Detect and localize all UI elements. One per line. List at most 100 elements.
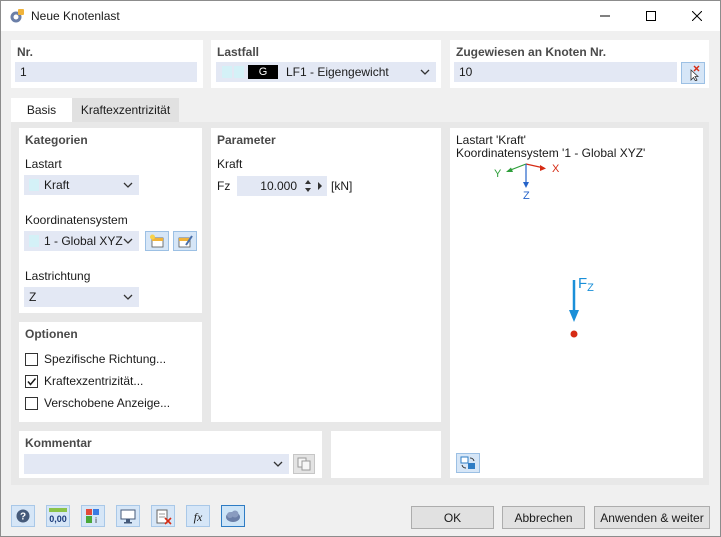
tab-kraftexzentrizitaet-label: Kraftexzentrizität	[80, 103, 171, 117]
fz-input[interactable]: 10.000	[237, 176, 327, 196]
kategorien-title: Kategorien	[25, 133, 88, 147]
empty-panel	[331, 431, 441, 478]
kommentar-input[interactable]	[24, 454, 289, 474]
koordinatensystem-select[interactable]: 1 - Global XYZ	[24, 231, 139, 251]
axis-x-label: X	[552, 163, 560, 175]
render-toggle-button[interactable]	[221, 505, 245, 527]
kraft-label: Kraft	[217, 157, 243, 171]
preview-panel: Lastart 'Kraft' Koordinatensystem '1 - G…	[450, 128, 703, 478]
ok-label: OK	[443, 510, 462, 525]
kraftexzentrizitaet-label: Kraftexzentrizität...	[44, 374, 144, 388]
delete-document-icon	[156, 509, 172, 525]
lastrichtung-select[interactable]: Z	[24, 287, 139, 307]
lastart-select[interactable]: Kraft	[24, 175, 139, 195]
copy-icon	[297, 457, 311, 471]
chevron-down-icon	[420, 69, 430, 75]
koordinatensystem-swatch	[29, 235, 39, 247]
lastfall-badge: G	[248, 65, 278, 79]
maximize-button[interactable]	[628, 1, 674, 31]
lastfall-select[interactable]: G LF1 - Eigengewicht	[216, 62, 436, 82]
window-title: Neue Knotenlast	[31, 9, 120, 23]
spezifische-richtung-checkbox[interactable]	[25, 353, 38, 366]
axis-z-label: Z	[523, 190, 530, 202]
zugewiesen-input[interactable]: 10	[454, 62, 677, 82]
display-button[interactable]	[116, 505, 140, 527]
cancel-button[interactable]: Abbrechen	[502, 506, 585, 529]
apply-next-button[interactable]: Anwenden & weiter	[594, 506, 710, 529]
lastfall-swatch-2	[234, 66, 244, 78]
view-options-button[interactable]	[456, 453, 480, 473]
units-icon: 0,00	[49, 508, 67, 524]
maximize-icon	[646, 11, 656, 21]
pick-cursor-icon	[690, 65, 700, 81]
cancel-label: Abbrechen	[514, 510, 573, 525]
optionen-title: Optionen	[25, 327, 78, 341]
formula-button[interactable]: fx	[186, 505, 210, 527]
spin-right-icon[interactable]	[317, 181, 323, 191]
zugewiesen-label: Zugewiesen an Knoten Nr.	[456, 45, 607, 59]
lastfall-label: Lastfall	[217, 45, 260, 59]
svg-text:?: ?	[20, 512, 26, 523]
lastart-swatch	[29, 179, 39, 191]
lastrichtung-label: Lastrichtung	[25, 269, 91, 283]
new-coordinate-system-icon	[150, 234, 164, 248]
force-label: FZ	[578, 275, 594, 294]
minimize-button[interactable]	[582, 1, 628, 31]
kommentar-title: Kommentar	[25, 436, 92, 450]
chevron-down-icon	[123, 294, 133, 300]
tab-kraftexzentrizitaet[interactable]: Kraftexzentrizität	[72, 98, 179, 122]
new-coordinate-system-button[interactable]	[145, 231, 169, 251]
tab-basis-label: Basis	[26, 103, 57, 117]
dialog-window: Neue Knotenlast Nr. 1 Lastfall G LF1 - E…	[0, 0, 721, 537]
fz-label: Fz	[217, 179, 231, 193]
nr-label: Nr.	[17, 45, 34, 59]
fz-unit: [kN]	[331, 179, 353, 193]
close-button[interactable]	[674, 1, 720, 31]
zugewiesen-value: 10	[459, 65, 473, 79]
parameter-panel: Parameter Kraft Fz 10.000 [kN]	[211, 128, 441, 422]
render-cloud-icon	[226, 510, 240, 522]
info-button[interactable]: i	[81, 505, 105, 527]
svg-text:fx: fx	[194, 510, 203, 524]
nr-panel: Nr. 1	[11, 40, 203, 88]
svg-text:i: i	[95, 516, 97, 525]
lastfall-value: LF1 - Eigengewicht	[286, 65, 389, 79]
apply-label: Anwenden & weiter	[600, 510, 704, 525]
close-icon	[692, 11, 702, 21]
ok-button[interactable]: OK	[411, 506, 494, 529]
kommentar-panel: Kommentar	[19, 431, 322, 478]
node-point	[570, 330, 578, 338]
pick-node-button[interactable]	[681, 62, 705, 84]
units-button[interactable]: 0,00	[46, 505, 70, 527]
fz-value: 10.000	[260, 179, 297, 193]
verschobene-anzeige-checkbox[interactable]	[25, 397, 38, 410]
axis-y-label: Y	[494, 168, 502, 180]
help-button[interactable]: ?	[11, 505, 35, 527]
checkmark-icon	[27, 378, 37, 386]
verschobene-anzeige-label: Verschobene Anzeige...	[44, 396, 171, 410]
axis-triad	[506, 163, 546, 188]
chevron-down-icon	[123, 182, 133, 188]
lastart-label: Lastart	[25, 157, 62, 171]
kategorien-panel: Kategorien Lastart Kraft Koordinatensyst…	[19, 128, 202, 313]
formula-icon: fx	[194, 510, 203, 524]
tab-basis[interactable]: Basis	[11, 98, 72, 122]
nr-input[interactable]: 1	[15, 62, 197, 82]
lastrichtung-value: Z	[29, 290, 37, 304]
koordinatensystem-label: Koordinatensystem	[25, 213, 128, 227]
delete-selection-button[interactable]	[151, 505, 175, 527]
spin-updown-icon[interactable]	[304, 179, 312, 193]
edit-coordinate-system-icon	[178, 235, 193, 248]
parameter-title: Parameter	[217, 133, 276, 147]
spezifische-richtung-label: Spezifische Richtung...	[44, 352, 167, 366]
monitor-icon	[120, 509, 136, 524]
title-bar[interactable]: Neue Knotenlast	[1, 1, 720, 31]
lastfall-panel: Lastfall G LF1 - Eigengewicht	[211, 40, 441, 88]
lastart-value: Kraft	[44, 178, 70, 192]
kraftexzentrizitaet-checkbox[interactable]	[25, 375, 38, 388]
koordinatensystem-value: 1 - Global XYZ	[44, 234, 123, 248]
kommentar-copy-button[interactable]	[293, 454, 315, 474]
edit-coordinate-system-button[interactable]	[173, 231, 197, 251]
help-icon: ?	[16, 509, 30, 523]
nr-value: 1	[20, 65, 27, 79]
